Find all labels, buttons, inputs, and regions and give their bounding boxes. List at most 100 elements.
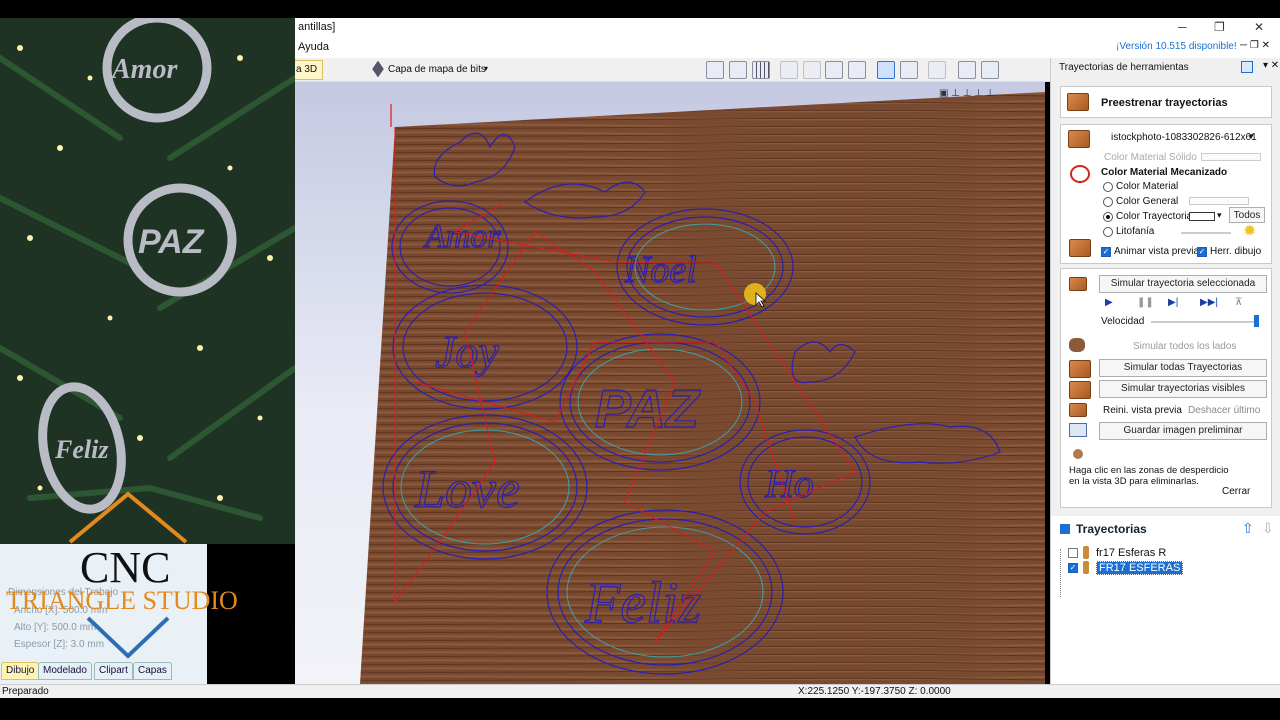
- layer-stack-icon: [372, 60, 384, 78]
- close-button[interactable]: ✕: [1254, 20, 1264, 34]
- brand-triangle-studio: TRIANGLE STUDIO: [6, 586, 238, 615]
- close-panel-button[interactable]: Cerrar: [1222, 486, 1250, 497]
- cursor-coordinates: X:225.1250 Y:-197.3750 Z: 0.0000: [798, 686, 951, 697]
- tab-3d-view[interactable]: a 3D: [293, 60, 323, 80]
- fast-forward-icon[interactable]: ▶▶|: [1200, 297, 1218, 308]
- solid-material-color-label: Color Material Sólido: [1104, 152, 1197, 163]
- waste-hint-line2: en la vista 3D para eliminarlas.: [1069, 476, 1199, 487]
- minimize-button[interactable]: ─: [1178, 20, 1187, 34]
- preview-toolpaths-icon: [1067, 93, 1089, 111]
- simulate-selected-button[interactable]: Simular trayectoria seleccionada: [1099, 275, 1267, 293]
- zoom-extents-icon[interactable]: [706, 61, 724, 79]
- layout-single-icon[interactable]: [958, 61, 976, 79]
- animate-preview-checkbox[interactable]: ✓: [1101, 247, 1111, 257]
- lithophane-slider[interactable]: [1181, 232, 1231, 234]
- speed-slider-track[interactable]: [1151, 321, 1259, 323]
- simulate-all-sides-button[interactable]: Simular todos los lados: [1133, 341, 1236, 352]
- radio-toolpath-color[interactable]: [1103, 212, 1113, 222]
- grid-icon[interactable]: [752, 61, 770, 79]
- radio-general-color[interactable]: [1103, 197, 1113, 207]
- chevron-down-icon[interactable]: ▾: [484, 64, 488, 73]
- menu-help[interactable]: Ayuda: [298, 41, 329, 53]
- snap-toggle-icon[interactable]: [877, 61, 895, 79]
- status-ready: Preparado: [2, 686, 49, 697]
- toolpath-item[interactable]: fr17 Esferas R: [1096, 547, 1166, 559]
- material-file-select[interactable]: istockphoto-1083302826-612x61: [1111, 132, 1257, 143]
- ornament-ho-text: Ho: [764, 461, 814, 506]
- reset-preview-button[interactable]: Reini. vista previa: [1103, 405, 1182, 416]
- collapse-icon[interactable]: [1060, 524, 1070, 534]
- zoom-in-icon[interactable]: [825, 61, 843, 79]
- radio-lithophane[interactable]: [1103, 227, 1113, 237]
- toolpaths-list-header: Trayectorias: [1076, 522, 1147, 536]
- all-sides-icon: [1069, 338, 1085, 352]
- tab-clipart[interactable]: Clipart: [94, 662, 133, 680]
- material-section: istockphoto-1083302826-612x61 ▾ Color Ma…: [1060, 124, 1272, 264]
- ornament-feliz-text: Feliz: [584, 570, 701, 635]
- update-notice-link[interactable]: ¡Versión 10.515 disponible!: [1116, 41, 1237, 52]
- simulate-all-button[interactable]: Simular todas Trayectorias: [1099, 359, 1267, 377]
- waste-hint-line1: Haga clic en las zonas de desperdicio: [1069, 465, 1229, 476]
- drawing-tools-checkbox[interactable]: ✓: [1197, 247, 1207, 257]
- zoom-box-icon[interactable]: [729, 61, 747, 79]
- maximize-button[interactable]: ❐: [1214, 20, 1225, 34]
- simulate-visible-icon: [1069, 381, 1091, 399]
- undo-last-button[interactable]: Deshacer último: [1188, 405, 1260, 416]
- toolpaths-list-section: Trayectorias ⇧ ⇩ fr17 Esferas R ✓ FR17 E…: [1051, 516, 1280, 684]
- light-icon[interactable]: [928, 61, 946, 79]
- simulate-all-icon: [1069, 360, 1091, 378]
- tab-modelado[interactable]: Modelado: [38, 662, 92, 680]
- machined-color-icon: [1070, 165, 1090, 183]
- save-preview-image-button[interactable]: Guardar imagen preliminar: [1099, 422, 1267, 440]
- chevron-down-icon[interactable]: ▾: [1217, 210, 1222, 221]
- radio-material-label: Color Material: [1116, 181, 1179, 192]
- toolpath-item-selected[interactable]: FR17 ESFERAS: [1096, 561, 1184, 575]
- ornament-amor-text: Amor: [423, 218, 501, 255]
- toolpath-tool-icon: [1083, 561, 1089, 574]
- bitmap-layer-dropdown[interactable]: Capa de mapa de bits: [388, 64, 486, 75]
- sun-icon[interactable]: ✹: [1243, 221, 1256, 241]
- preview-title: Preestrenar trayectorias: [1101, 97, 1228, 109]
- zoom-icon[interactable]: [803, 61, 821, 79]
- transform-icon[interactable]: [900, 61, 918, 79]
- pan-icon[interactable]: [780, 61, 798, 79]
- solid-color-swatch[interactable]: [1201, 153, 1261, 161]
- ornament-paz-text: PAZ: [595, 379, 701, 439]
- drawing-tools-label: Herr. dibujo: [1210, 246, 1262, 257]
- panel-controls-icon[interactable]: ─ ❐ ✕: [1240, 40, 1270, 51]
- ornament-text-paz: PAZ: [138, 223, 205, 261]
- toolpath-color-swatch[interactable]: [1189, 212, 1215, 221]
- layout-split-icon[interactable]: [981, 61, 999, 79]
- pin-icon[interactable]: [1241, 61, 1253, 73]
- toolpaths-panel: Trayectorias de herramientas ▾ ✕ Preestr…: [1050, 58, 1280, 684]
- radio-lithophane-label: Litofanía: [1116, 226, 1155, 237]
- radio-material-color[interactable]: [1103, 182, 1113, 192]
- move-down-icon[interactable]: ⇩: [1262, 520, 1274, 537]
- pause-icon[interactable]: ❚❚: [1137, 297, 1154, 308]
- play-icon[interactable]: ▶: [1105, 297, 1113, 308]
- simulate-visible-button[interactable]: Simular trayectorias visibles: [1099, 380, 1267, 398]
- toolpaths-panel-header: Trayectorias de herramientas: [1059, 62, 1189, 73]
- panel-menu-icon[interactable]: ▾ ✕: [1263, 60, 1279, 71]
- toolpath-item-checkbox[interactable]: ✓: [1068, 563, 1078, 573]
- step-icon[interactable]: ▶|: [1168, 297, 1178, 308]
- simulate-selected-icon: [1069, 277, 1087, 291]
- tab-dibujo[interactable]: Dibujo: [1, 662, 40, 680]
- toolpath-preview-canvas[interactable]: Amor Noel Joy PAZ Love Ho Feliz: [295, 82, 1045, 684]
- 3d-viewport[interactable]: Amor Noel Joy PAZ Love Ho Feliz ▣ ⊥ ⊥ ⊥ …: [295, 82, 1045, 684]
- animate-preview-label: Animar vista previa: [1114, 246, 1200, 257]
- toolpath-item-checkbox[interactable]: [1068, 548, 1078, 558]
- toolpath-tool-icon: [1083, 546, 1089, 559]
- christmas-tree-photo: Amor PAZ Feliz: [0, 18, 295, 544]
- view-orientation-icons[interactable]: ▣ ⊥ ⊥ ⊥ ⊥: [939, 88, 1039, 102]
- top-view-icon[interactable]: ⊼: [1235, 297, 1242, 308]
- speed-slider-thumb[interactable]: [1254, 315, 1259, 327]
- mouse-cursor-highlight: [744, 283, 766, 305]
- reset-preview-icon: [1069, 403, 1087, 417]
- zoom-out-icon[interactable]: [848, 61, 866, 79]
- general-color-swatch[interactable]: [1189, 197, 1249, 205]
- tab-capas[interactable]: Capas: [133, 662, 172, 680]
- chevron-down-icon[interactable]: ▾: [1249, 131, 1254, 142]
- animate-icon: [1069, 239, 1091, 257]
- move-up-icon[interactable]: ⇧: [1242, 520, 1254, 537]
